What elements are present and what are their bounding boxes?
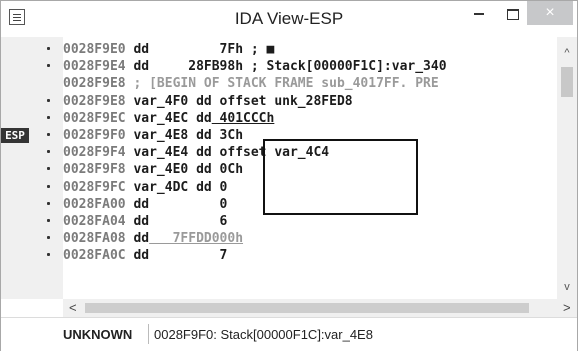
line-operation: var_4E0 dd [125, 162, 212, 178]
line-operand: 6 [149, 214, 228, 229]
line-operand: 0 [149, 196, 228, 212]
line-operand: 401CCCh [211, 110, 275, 126]
line-operation: dd [125, 59, 150, 75]
disasm-line[interactable]: 0028F9FC var_4DC dd 0 [63, 179, 227, 196]
annotation-box [263, 139, 418, 215]
line-marker-dot [47, 184, 50, 188]
chevron-right-icon[interactable]: > [563, 299, 571, 317]
line-marker-dot [47, 167, 50, 171]
status-location: 0028F9F0: Stack[00000F1C]:var_4E8 [154, 327, 373, 342]
disasm-line[interactable]: 0028FA04 dd 6 [63, 213, 227, 230]
disasm-line[interactable]: 0028FA0C dd 7 [63, 247, 227, 264]
line-address: 0028F9F0 [63, 128, 126, 143]
line-address: 0028F9E0 [63, 42, 126, 57]
line-operation: dd [125, 231, 150, 247]
line-marker-dot [47, 253, 50, 257]
line-address: 0028F9F8 [63, 162, 126, 178]
line-marker-dot [47, 47, 50, 50]
line-operation: var_4E8 dd [125, 128, 212, 143]
line-marker-dot [47, 64, 50, 68]
line-address: 0028F9E8 [63, 93, 126, 109]
esp-marker: ESP [1, 128, 29, 143]
line-operand: 7FFDD000h [149, 231, 244, 247]
chevron-up-icon[interactable]: ^ [557, 47, 577, 59]
line-operand: 0Ch [211, 162, 244, 178]
line-marker-dot [47, 115, 50, 119]
vertical-scrollbar[interactable]: ^ v [557, 37, 577, 299]
disasm-line[interactable]: 0028FA08 dd 7FFDD000h [63, 230, 243, 247]
title-bar[interactable]: IDA View-ESP × [1, 1, 577, 37]
line-marker-dot [47, 236, 50, 240]
disasm-line[interactable]: 0028F9E8 ; [BEGIN OF STACK FRAME sub_401… [63, 75, 439, 92]
disasm-line[interactable]: 0028F9F8 var_4E0 dd 0Ch [63, 161, 243, 178]
close-button[interactable]: × [527, 1, 573, 25]
line-marker-dot [47, 219, 50, 222]
line-address: 0028F9E8 [63, 76, 126, 92]
chevron-left-icon[interactable]: < [69, 299, 77, 317]
line-address: 0028FA00 [63, 196, 126, 212]
line-operation: dd [125, 248, 150, 264]
disasm-line[interactable]: 0028F9EC var_4EC dd 401CCCh [63, 110, 274, 127]
line-operand: 7Fh ; ■ [149, 42, 275, 57]
line-marker-dot [47, 201, 50, 205]
line-operation: var_4EC dd [125, 110, 212, 126]
line-address: 0028FA08 [63, 231, 126, 247]
chevron-down-icon[interactable]: v [557, 281, 577, 293]
line-marker-dot [47, 133, 50, 136]
ida-view-window: IDA View-ESP × ESP 0028F9E0 dd 7Fh ; ■ 00… [0, 0, 578, 351]
status-separator [148, 324, 149, 344]
line-operation: dd [125, 196, 150, 212]
line-address: 0028F9EC [63, 110, 126, 126]
line-address: 0028FA04 [63, 214, 126, 229]
line-address: 0028F9E4 [63, 59, 126, 75]
line-marker-dot [47, 150, 50, 154]
vertical-scroll-thumb[interactable] [561, 67, 573, 97]
line-operation: var_4F0 dd [125, 93, 212, 109]
line-operand: 28FB98h ; Stack[00000F1C]:var_340 [149, 59, 447, 75]
maximize-button[interactable] [497, 1, 529, 25]
line-address: 0028F9F4 [63, 145, 126, 161]
line-operation: dd [125, 214, 150, 229]
horizontal-scroll-thumb[interactable] [85, 303, 529, 313]
line-address: 0028F9FC [63, 179, 126, 195]
disasm-line[interactable]: 0028F9E4 dd 28FB98h ; Stack[00000F1C]:va… [63, 58, 447, 75]
line-operation: var_4E4 dd [125, 145, 212, 161]
disasm-line[interactable]: 0028F9F0 var_4E8 dd 3Ch [63, 127, 243, 144]
minimize-icon [474, 13, 484, 16]
disasm-line[interactable]: 0028F9E8 var_4F0 dd offset unk_28FED8 [63, 93, 353, 110]
maximize-icon [507, 8, 519, 20]
status-mode: UNKNOWN [63, 327, 133, 342]
line-operand: 7 [149, 248, 228, 264]
line-comment: ; [BEGIN OF STACK FRAME sub_4017FF. PRE [125, 76, 439, 92]
disasm-line[interactable]: 0028FA00 dd 0 [63, 196, 227, 213]
line-operation: var_4DC dd [125, 179, 212, 195]
horizontal-scrollbar[interactable]: < > [63, 299, 577, 317]
line-operation: dd [125, 42, 150, 57]
address-gutter: ESP [1, 37, 63, 299]
line-address: 0028FA0C [63, 248, 126, 264]
disasm-line[interactable]: 0028F9E0 dd 7Fh ; ■ [63, 41, 274, 58]
line-marker-dot [47, 98, 50, 102]
minimize-button[interactable] [463, 1, 495, 25]
status-bar: UNKNOWN 0028F9F0: Stack[00000F1C]:var_4E… [1, 317, 577, 351]
line-operand: 3Ch [211, 128, 244, 143]
line-operand: offset unk_28FED8 [211, 93, 353, 109]
line-operand: 0 [211, 179, 228, 195]
